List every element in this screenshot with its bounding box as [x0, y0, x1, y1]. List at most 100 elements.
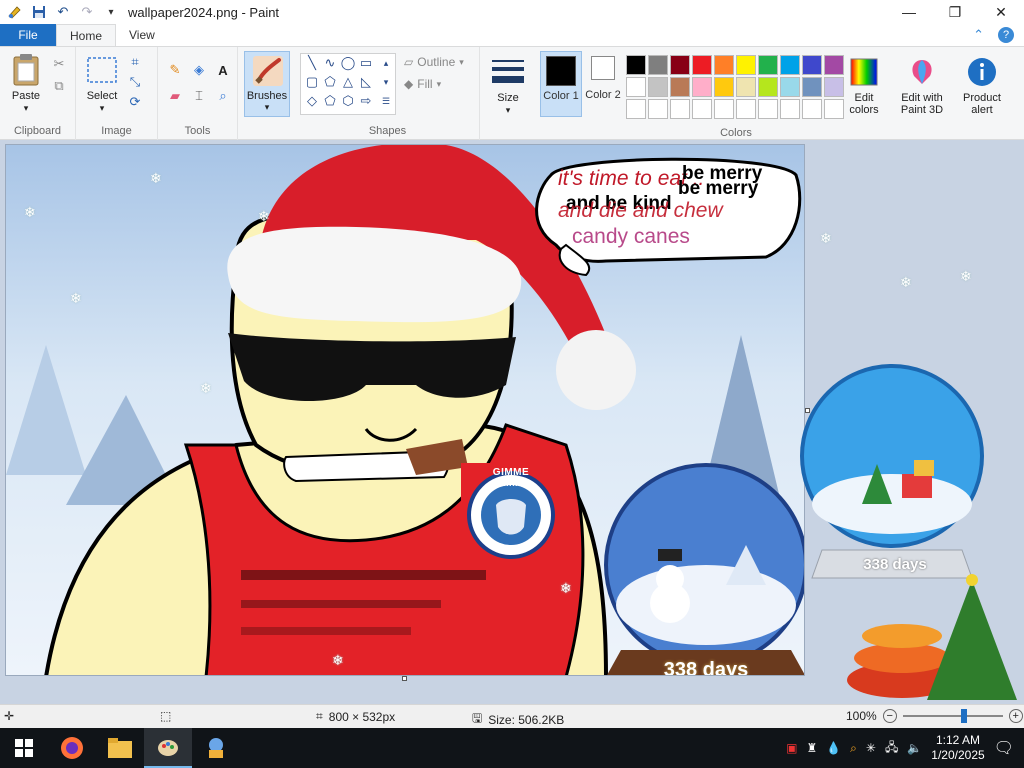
outline-dropdown[interactable]: ▱ Outline ▾ — [404, 55, 464, 69]
triangle-shape-icon[interactable]: △ — [339, 74, 357, 89]
right-triangle-shape-icon[interactable]: ◺ — [357, 74, 375, 89]
workspace[interactable]: it's time to eat .. be merry be merry an… — [0, 140, 1024, 704]
palette-swatch[interactable] — [758, 99, 778, 119]
palette-swatch[interactable] — [648, 99, 668, 119]
drawing-canvas[interactable]: it's time to eat .. be merry be merry an… — [5, 144, 805, 676]
hexagon-shape-icon[interactable]: ⬡ — [339, 93, 357, 108]
palette-swatch[interactable] — [648, 55, 668, 75]
arrow-shape-icon[interactable]: ⇨ — [357, 93, 375, 108]
palette-swatch[interactable] — [626, 55, 646, 75]
palette-swatch[interactable] — [758, 77, 778, 97]
palette-swatch[interactable] — [714, 99, 734, 119]
select-button[interactable]: Select ▾ — [82, 53, 122, 114]
canvas-resize-handle-bottom[interactable] — [402, 676, 407, 681]
brushes-button[interactable]: Brushes ▾ — [244, 51, 290, 117]
palette-swatch[interactable] — [802, 55, 822, 75]
shapes-scroll-down-icon[interactable]: ▾ — [377, 75, 395, 89]
diamond-shape-icon[interactable]: ◇ — [303, 93, 321, 108]
palette-swatch[interactable] — [692, 77, 712, 97]
redo-icon[interactable]: ↷ — [76, 1, 98, 23]
volume-icon[interactable]: 🔈 — [907, 741, 922, 755]
rounded-rect-shape-icon[interactable]: ▢ — [303, 74, 321, 89]
color2-label[interactable]: Color 2 — [584, 89, 622, 101]
edit-colors-button[interactable]: Edit colors — [844, 55, 884, 116]
shapes-scroll-up-icon[interactable]: ▴ — [377, 56, 395, 70]
rectangle-shape-icon[interactable]: ▭ — [357, 55, 375, 70]
rotate-icon[interactable]: ⟳ — [126, 93, 144, 111]
cut-icon[interactable]: ✂ — [50, 55, 68, 73]
product-alert-button[interactable]: Product alert — [958, 55, 1006, 116]
edit-with-paint3d-button[interactable]: Edit with Paint 3D — [894, 55, 950, 116]
tab-view[interactable]: View — [116, 24, 168, 46]
zoom-in-icon[interactable]: + — [1008, 709, 1023, 723]
curve-shape-icon[interactable]: ∿ — [321, 55, 339, 70]
color1-button[interactable]: Color 1 — [540, 51, 582, 117]
app-taskbar-button[interactable] — [192, 728, 240, 768]
palette-swatch[interactable] — [626, 77, 646, 97]
palette-swatch[interactable] — [802, 99, 822, 119]
tray-drop-icon[interactable]: 💧 — [826, 741, 841, 755]
undo-icon[interactable]: ↶ — [52, 1, 74, 23]
minimize-button[interactable]: — — [886, 0, 932, 24]
palette-swatch[interactable] — [670, 99, 690, 119]
paint-app-icon[interactable] — [4, 1, 26, 23]
copy-icon[interactable]: ⧉ — [50, 77, 68, 95]
paint-taskbar-button[interactable] — [144, 728, 192, 768]
paste-button[interactable]: Paste ▾ — [6, 53, 46, 114]
magnifier-icon[interactable]: ⌕ — [214, 87, 232, 105]
close-button[interactable]: ✕ — [978, 0, 1024, 24]
palette-swatch[interactable] — [824, 99, 844, 119]
resize-icon[interactable]: ⤡ — [126, 73, 144, 91]
palette-swatch[interactable] — [692, 55, 712, 75]
canvas-resize-handle-right[interactable] — [805, 408, 810, 413]
network-icon[interactable]: 🖧 — [885, 738, 898, 759]
tray-search-icon[interactable]: ⌕ — [850, 741, 857, 756]
tray-settings-icon[interactable]: ✳ — [866, 741, 876, 755]
palette-swatch[interactable] — [714, 77, 734, 97]
maximize-button[interactable]: ❐ — [932, 0, 978, 24]
palette-swatch[interactable] — [736, 99, 756, 119]
fill-dropdown[interactable]: ◆ Fill ▾ — [404, 77, 441, 91]
palette-swatch[interactable] — [692, 99, 712, 119]
palette-swatch[interactable] — [824, 77, 844, 97]
clock[interactable]: 1:12 AM 1/20/2025 — [931, 733, 984, 763]
palette-swatch[interactable] — [802, 77, 822, 97]
tray-app-icon[interactable]: ▣ — [786, 741, 797, 755]
file-explorer-taskbar-button[interactable] — [96, 728, 144, 768]
tray-app-icon-2[interactable]: ♜ — [806, 741, 817, 755]
tab-home[interactable]: Home — [56, 24, 117, 46]
collapse-ribbon-icon[interactable]: ⌃ — [973, 27, 984, 43]
fill-bucket-icon[interactable]: ◈ — [190, 61, 208, 79]
tab-file[interactable]: File — [0, 24, 56, 46]
palette-swatch[interactable] — [626, 99, 646, 119]
palette-swatch[interactable] — [780, 55, 800, 75]
palette-swatch[interactable] — [736, 77, 756, 97]
crop-icon[interactable]: ⌗ — [126, 53, 144, 71]
palette-swatch[interactable] — [670, 55, 690, 75]
zoom-out-icon[interactable]: − — [882, 709, 897, 723]
shapes-more-icon[interactable]: ☰ — [377, 94, 395, 108]
firefox-taskbar-button[interactable] — [48, 728, 96, 768]
polygon-shape-icon[interactable]: ⬠ — [321, 74, 339, 89]
oval-shape-icon[interactable]: ◯ — [339, 55, 357, 70]
palette-swatch[interactable] — [648, 77, 668, 97]
size-button[interactable]: Size ▾ — [486, 55, 530, 116]
pencil-icon[interactable]: ✎ — [166, 61, 184, 79]
zoom-slider[interactable] — [902, 709, 1003, 723]
palette-swatch[interactable] — [758, 55, 778, 75]
help-icon[interactable]: ? — [998, 27, 1014, 43]
pentagon-shape-icon[interactable]: ⬠ — [321, 93, 339, 108]
color2-swatch[interactable] — [591, 56, 615, 80]
palette-swatch[interactable] — [780, 77, 800, 97]
color-picker-icon[interactable]: ⌶ — [190, 87, 208, 105]
line-shape-icon[interactable]: ╲ — [303, 55, 321, 70]
save-icon[interactable] — [28, 1, 50, 23]
palette-swatch[interactable] — [736, 55, 756, 75]
palette-swatch[interactable] — [824, 55, 844, 75]
notifications-icon[interactable]: 🗨 — [994, 738, 1014, 758]
text-tool-icon[interactable]: A — [214, 61, 232, 79]
start-button[interactable] — [0, 728, 48, 768]
palette-swatch[interactable] — [780, 99, 800, 119]
palette-swatch[interactable] — [714, 55, 734, 75]
zoom-slider-thumb[interactable] — [960, 709, 967, 723]
